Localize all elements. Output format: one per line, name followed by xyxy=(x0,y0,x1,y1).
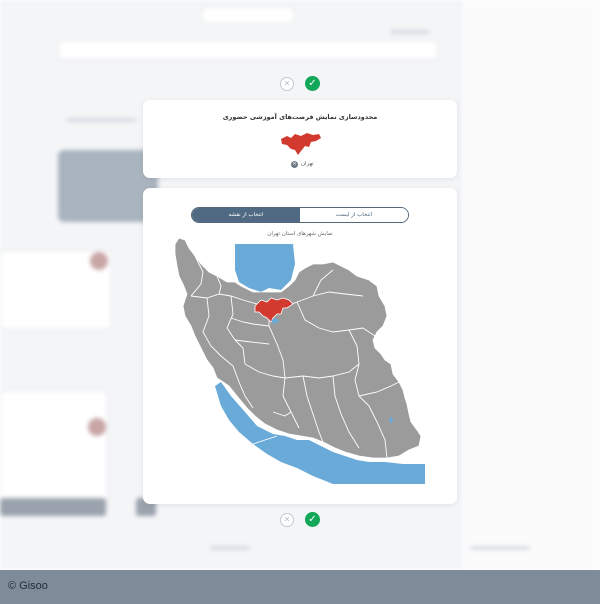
background-card xyxy=(0,390,108,510)
location-limit-card: محدودسازی نمایش فرصت‌های آموزشی حضوری ته… xyxy=(143,100,457,178)
selection-mode-tabs: انتخاب از نقشه انتخاب از لیست xyxy=(191,207,409,223)
map-selector-card: انتخاب از نقشه انتخاب از لیست نمایش شهره… xyxy=(143,188,457,504)
background-search xyxy=(58,40,438,60)
caspian-sea xyxy=(235,244,295,292)
background-line xyxy=(66,118,136,122)
background-line xyxy=(210,546,250,550)
close-icon[interactable]: ✕ xyxy=(280,77,294,91)
background-pill xyxy=(200,6,296,24)
background-button xyxy=(0,498,106,516)
background-avatar xyxy=(90,252,108,270)
background-line xyxy=(470,546,530,550)
background-avatar xyxy=(88,418,106,436)
check-icon[interactable]: ✓ xyxy=(305,512,320,527)
selected-province-label: تهران xyxy=(301,161,314,167)
iran-province-map[interactable] xyxy=(173,236,425,486)
tab-select-from-map[interactable]: انتخاب از نقشه xyxy=(192,208,300,222)
background-line xyxy=(390,30,430,34)
remove-province-icon[interactable]: × xyxy=(291,160,298,168)
background-sidebar xyxy=(460,0,600,570)
location-limit-title: محدودسازی نمایش فرصت‌های آموزشی حضوری xyxy=(222,113,378,121)
tab-select-from-list[interactable]: انتخاب از لیست xyxy=(300,208,408,222)
selected-province-map xyxy=(281,133,321,155)
close-icon[interactable]: ✕ xyxy=(280,513,294,527)
selected-province-tag[interactable]: تهران × xyxy=(291,159,314,169)
check-icon[interactable]: ✓ xyxy=(305,76,320,91)
footer-copyright: © Gisoo xyxy=(8,580,48,592)
tehran-province-shape xyxy=(281,133,321,155)
footer-bar xyxy=(0,570,600,604)
